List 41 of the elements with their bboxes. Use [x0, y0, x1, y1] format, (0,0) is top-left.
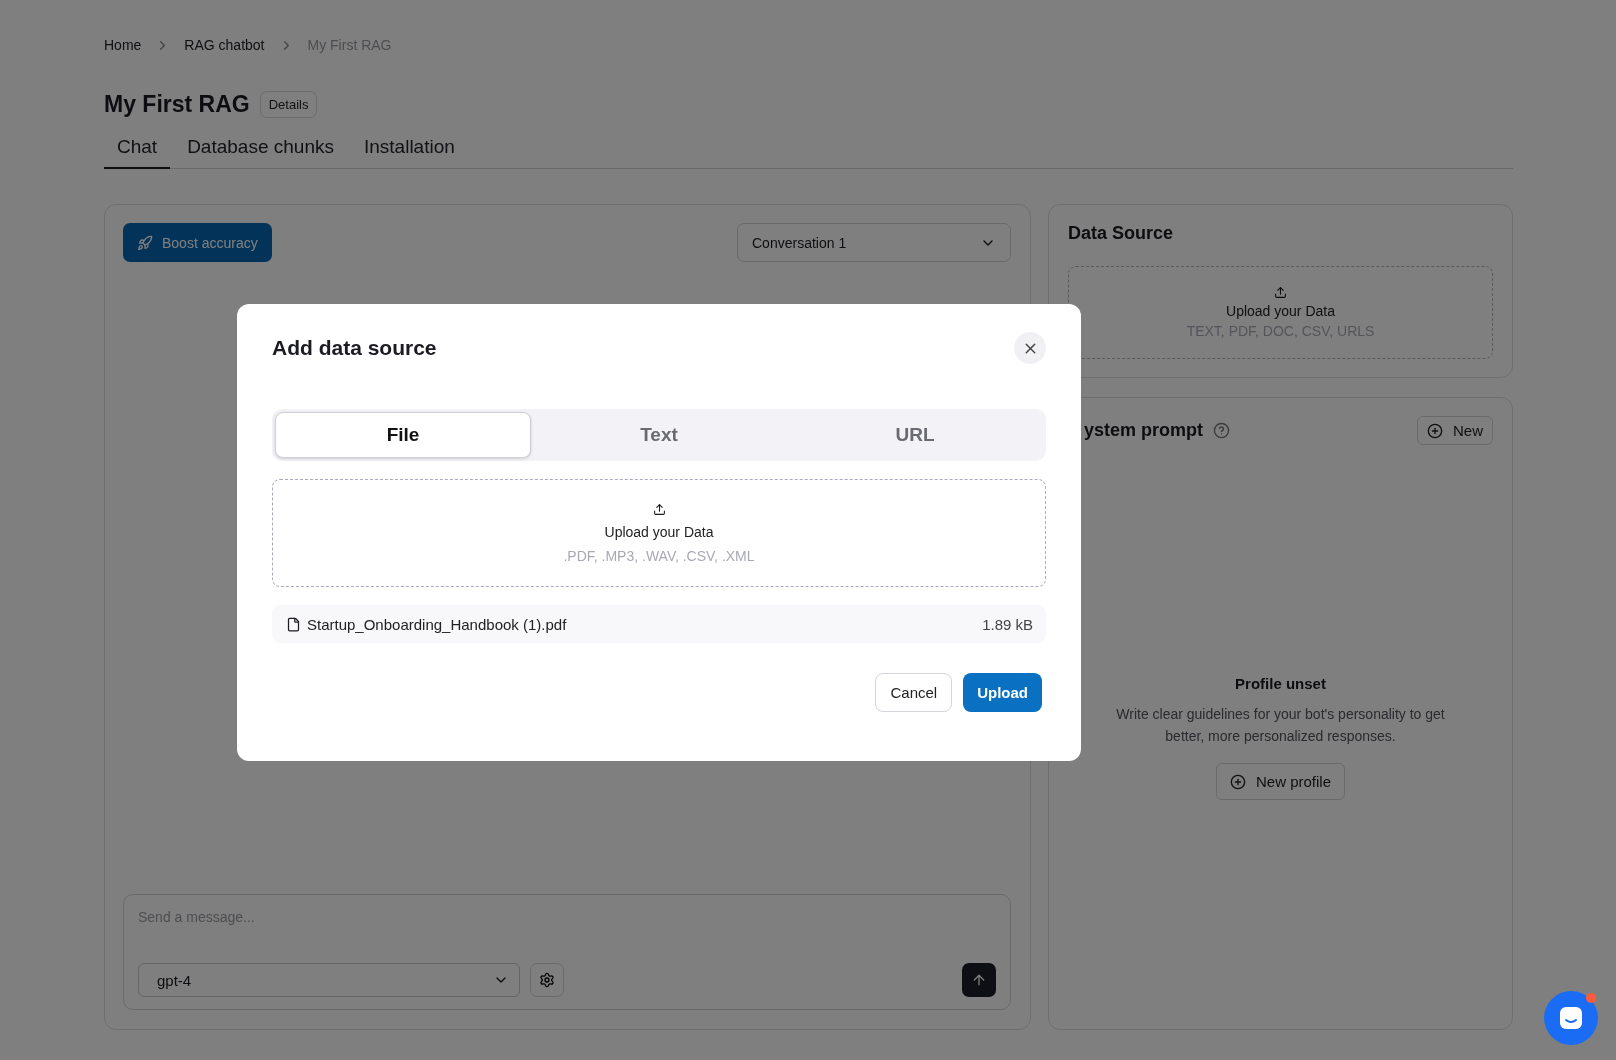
dropzone-title: Upload your Data: [1226, 303, 1335, 319]
rocket-icon: [137, 234, 153, 251]
source-tab[interactable]: File: [275, 412, 531, 458]
card-title: Data Source: [1068, 223, 1175, 244]
plus-circle-icon: [1427, 422, 1443, 439]
upload-button[interactable]: Upload: [963, 673, 1042, 712]
help-icon[interactable]: [1213, 422, 1231, 439]
plus-circle-icon: [1230, 773, 1246, 790]
settings-button[interactable]: [530, 963, 564, 997]
card-title: ystem prompt: [1084, 420, 1204, 441]
dialog-title: Add data source: [272, 336, 437, 360]
tab[interactable]: Database chunks: [174, 128, 347, 169]
source-tab[interactable]: URL: [787, 412, 1043, 458]
settings-icon: [539, 972, 555, 988]
file-size: 1.89 kB: [982, 615, 1033, 633]
dropzone-hint: .PDF, .MP3, .WAV, .CSV, .XML: [563, 547, 755, 564]
details-button[interactable]: Details: [259, 91, 318, 118]
source-tab[interactable]: Text: [531, 412, 787, 458]
conversation-select[interactable]: Conversation 1: [737, 223, 1011, 262]
breadcrumb-item[interactable]: RAG chatbot: [184, 37, 265, 53]
file-icon: [286, 616, 301, 632]
file-dropzone[interactable]: Upload your Data .PDF, .MP3, .WAV, .CSV, .XML: [272, 479, 1046, 587]
tab[interactable]: Chat: [104, 128, 171, 169]
model-select[interactable]: gpt-4: [138, 963, 520, 997]
empty-description: Write clear guidelines for your bot's personality to get better, more personalized responses.: [1115, 705, 1446, 746]
dropzone-title: Upload your Data: [604, 523, 714, 540]
empty-title: Profile unset: [1235, 675, 1326, 692]
cancel-button[interactable]: Cancel: [875, 673, 953, 712]
chat-launcher-button[interactable]: [1544, 991, 1598, 1045]
send-button[interactable]: [962, 963, 996, 997]
chat-icon: [1558, 1005, 1584, 1031]
tab[interactable]: Installation: [350, 128, 468, 169]
file-name: Startup_Onboarding_Handbook (1).pdf: [307, 615, 568, 633]
upload-icon: [1274, 286, 1287, 299]
new-button[interactable]: New: [1417, 416, 1493, 445]
boost-accuracy-button[interactable]: Boost accuracy: [123, 223, 272, 262]
upload-icon: [652, 502, 666, 516]
breadcrumb-item[interactable]: Home: [104, 37, 142, 53]
new-profile-button[interactable]: New profile: [1216, 763, 1345, 800]
page-title: My First RAG: [104, 91, 250, 118]
close-button[interactable]: [1014, 332, 1046, 364]
